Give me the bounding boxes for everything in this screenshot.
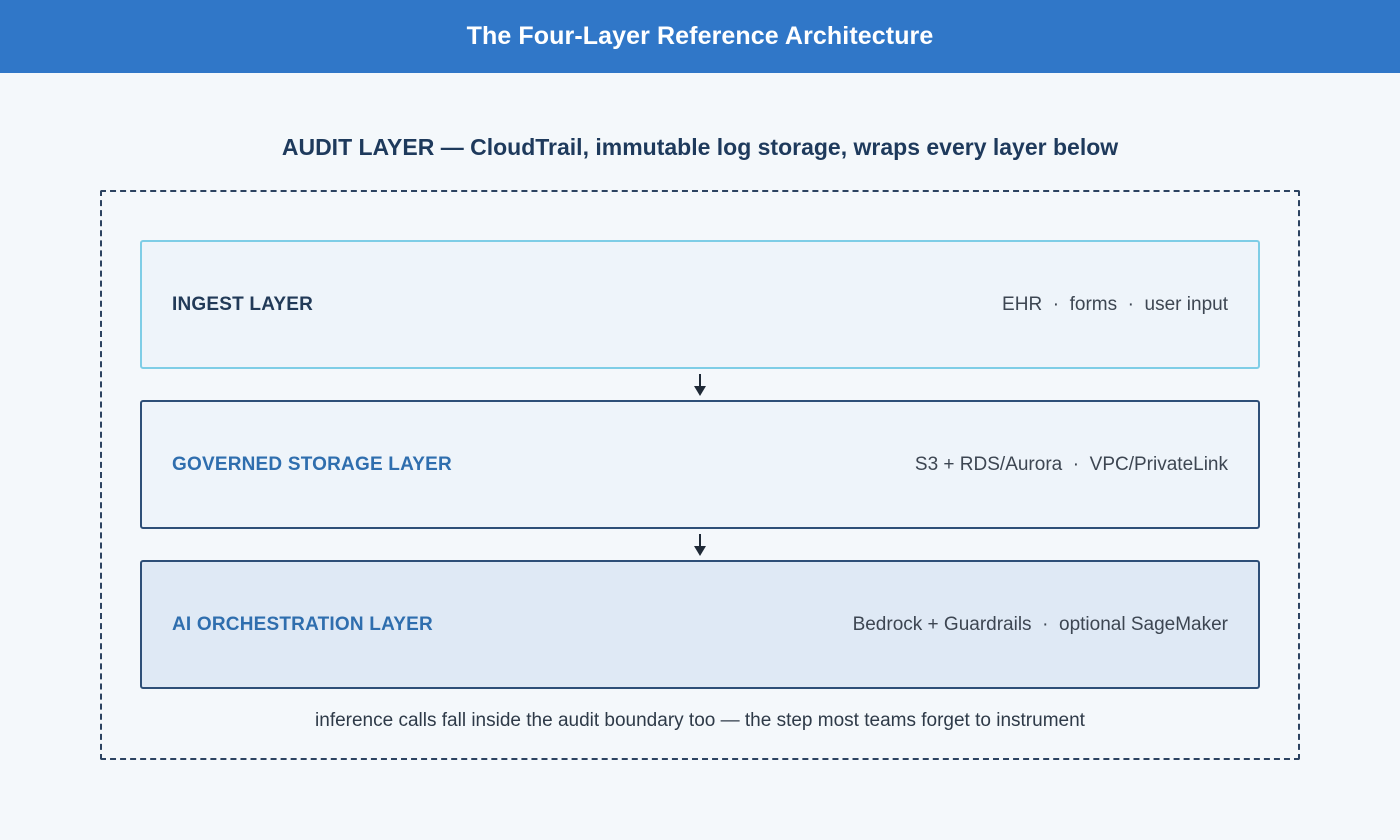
audit-footnote: inference calls fall inside the audit bo… <box>315 710 1085 731</box>
governed-storage-layer-description: S3 + RDS/Aurora · VPC/PrivateLink <box>914 453 1228 475</box>
ingest-layer-description: EHR · forms · user input <box>1002 293 1228 315</box>
arrow-down-icon <box>694 534 706 556</box>
arrow-down-icon <box>694 374 706 396</box>
ai-orchestration-layer-box: AI ORCHESTRATION LAYER Bedrock + Guardra… <box>140 560 1260 689</box>
ingest-layer-name: INGEST LAYER <box>172 293 314 315</box>
ai-orchestration-layer-description: Bedrock + Guardrails · optional SageMake… <box>852 613 1228 635</box>
ingest-layer-box: INGEST LAYER EHR · forms · user input <box>140 240 1260 369</box>
governed-storage-layer-box: GOVERNED STORAGE LAYER S3 + RDS/Aurora ·… <box>140 400 1260 529</box>
ai-orchestration-layer-name: AI ORCHESTRATION LAYER <box>172 613 433 635</box>
governed-storage-layer-name: GOVERNED STORAGE LAYER <box>172 453 452 475</box>
audit-layer-title: AUDIT LAYER — CloudTrail, immutable log … <box>281 134 1119 160</box>
page-title: The Four-Layer Reference Architecture <box>466 22 934 50</box>
header-banner: The Four-Layer Reference Architecture <box>0 0 1400 73</box>
